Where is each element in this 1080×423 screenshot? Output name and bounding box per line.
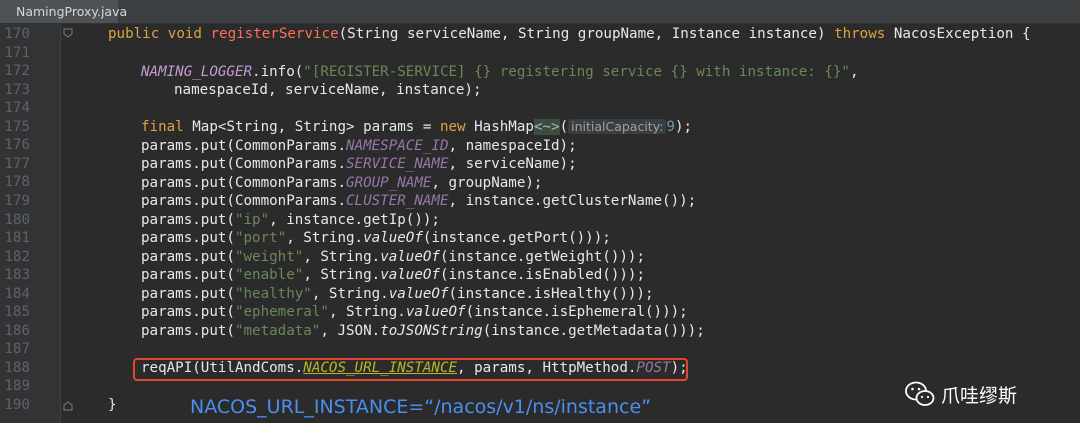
wechat-icon — [905, 381, 935, 406]
watermark-text: 爪哇缪斯 — [941, 385, 1018, 407]
line-number: 178 — [4, 174, 30, 191]
logger-const: NAMING_LOGGER — [141, 64, 253, 80]
code-line-182: params.put("weight", String.valueOf(inst… — [141, 249, 645, 265]
line-number: 187 — [4, 341, 30, 358]
code-line-179: params.put(CommonParams.CLUSTER_NAME, in… — [141, 193, 697, 209]
line-number: 181 — [4, 230, 30, 247]
diamond-operator: <~> — [533, 119, 560, 135]
code-line-190: } — [108, 397, 117, 413]
line-number: 176 — [4, 137, 30, 154]
line-number: 171 — [4, 44, 30, 61]
method-params: (String serviceName, String groupName, I… — [338, 26, 835, 42]
tab-namingproxy-java[interactable]: C NamingProxy.java — [0, 0, 127, 23]
fold-marker-icon[interactable] — [63, 28, 73, 38]
code-line-186: params.put("metadata", JSON.toJSONString… — [141, 323, 705, 339]
line-number: 174 — [4, 100, 30, 117]
keyword-public: public — [108, 26, 160, 42]
code-line-178: params.put(CommonParams.GROUP_NAME, grou… — [141, 175, 543, 191]
code-line-175: final Map<String, String> params = new H… — [141, 119, 693, 135]
line-number: 179 — [4, 192, 30, 209]
line-number: 184 — [4, 285, 30, 302]
code-line-176: params.put(CommonParams.NAMESPACE_ID, na… — [141, 138, 577, 154]
code-editor[interactable]: 170 171 172 173 174 175 176 177 178 179 180 181 182 1… — [0, 24, 1080, 423]
log-string: "[REGISTER-SERVICE] {} registering servi… — [303, 64, 850, 80]
line-number: 170 — [4, 26, 30, 42]
parameter-hint: initialCapacity: — [568, 119, 667, 134]
line-number: 190 — [4, 397, 30, 413]
code-line-177: params.put(CommonParams.SERVICE_NAME, se… — [141, 156, 577, 172]
highlight-box — [133, 358, 688, 381]
line-number: 175 — [4, 118, 30, 135]
line-number: 180 — [4, 211, 30, 228]
code-line-183: params.put("enable", String.valueOf(inst… — [141, 267, 645, 283]
code-line-173: namespaceId, serviceName, instance); — [174, 82, 482, 98]
code-line-172: NAMING_LOGGER.info("[REGISTER-SERVICE] {… — [141, 64, 859, 80]
editor-tab-bar: C NamingProxy.java — [0, 0, 1080, 24]
keyword-throws: throws — [834, 26, 886, 42]
code-line-185: params.put("ephemeral", String.valueOf(i… — [141, 304, 688, 320]
line-number: 185 — [4, 304, 30, 321]
code-line-180: params.put("ip", instance.getIp()); — [141, 212, 440, 228]
url-annotation: NACOS_URL_INSTANCE=“/nacos/v1/ns/instanc… — [190, 396, 651, 418]
line-number: 186 — [4, 322, 30, 339]
gutter-divider — [60, 24, 61, 423]
line-number: 173 — [4, 81, 30, 98]
line-number: 189 — [4, 378, 30, 395]
tab-label: NamingProxy.java — [16, 4, 128, 19]
code-line-170: public void registerService(String servi… — [108, 25, 1031, 44]
fold-end-marker-icon[interactable] — [63, 401, 73, 411]
code-line-184: params.put("healthy", String.valueOf(ins… — [141, 286, 654, 302]
exception-type: NacosException { — [885, 26, 1031, 42]
keyword-void: void — [167, 26, 202, 42]
code-line-181: params.put("port", String.valueOf(instan… — [141, 230, 611, 246]
line-number: 182 — [4, 248, 30, 265]
watermark: 爪哇缪斯 — [905, 381, 1017, 408]
line-number: 177 — [4, 155, 30, 172]
line-number: 183 — [4, 267, 30, 284]
line-number: 188 — [4, 359, 30, 376]
method-name: registerService — [210, 26, 339, 42]
line-number: 172 — [4, 63, 30, 80]
